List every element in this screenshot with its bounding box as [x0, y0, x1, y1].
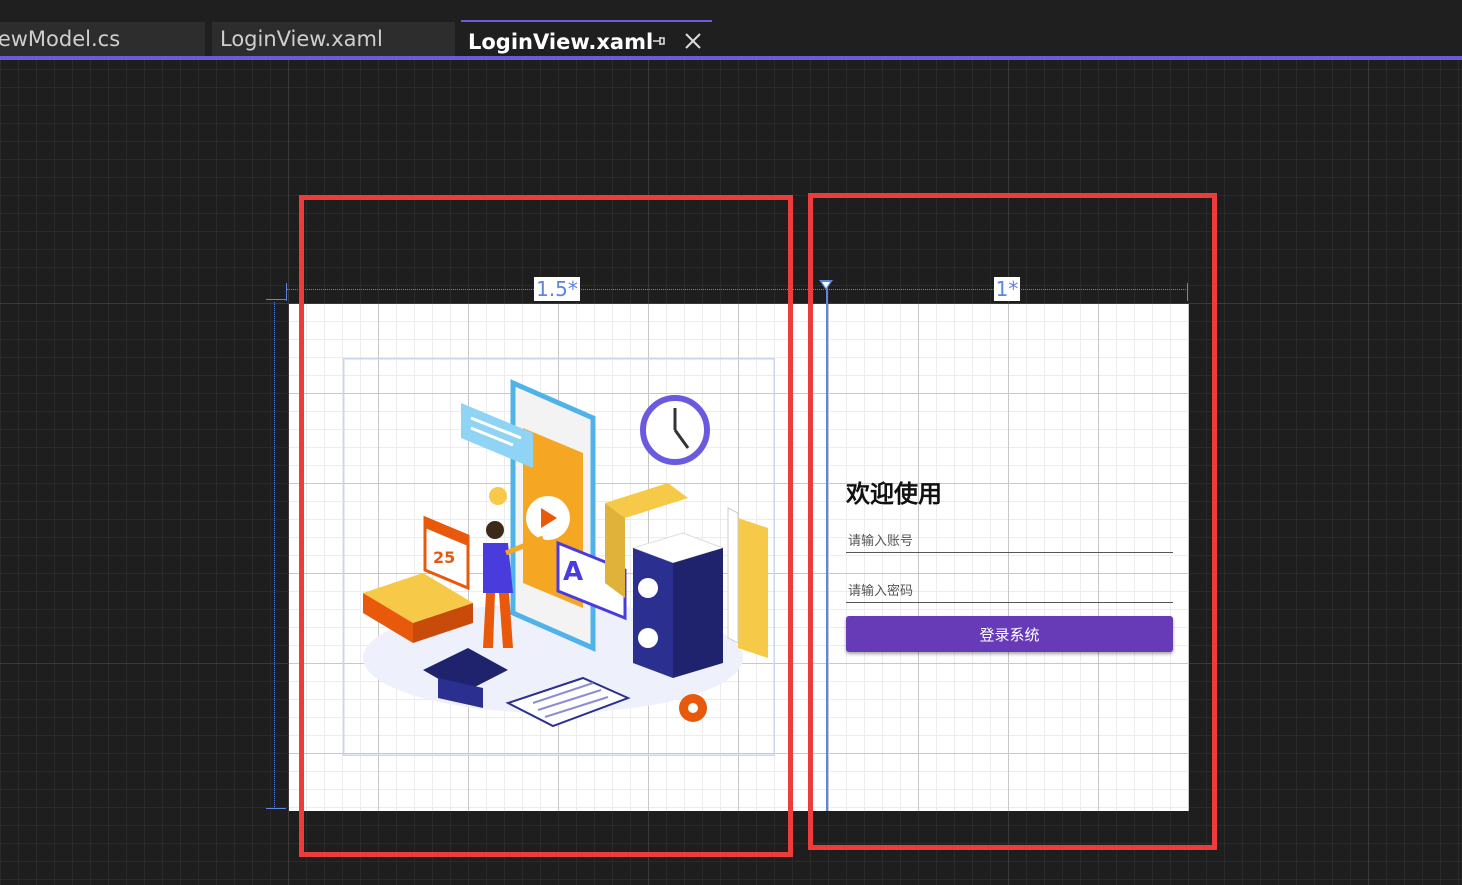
highlight-box-right — [808, 193, 1217, 850]
tab-loginview-xaml-active[interactable]: LoginView.xaml — [461, 20, 712, 58]
pin-icon[interactable] — [651, 33, 667, 49]
tab-label: LoginView.xaml — [220, 27, 383, 51]
document-tab-bar: iewModel.cs LoginView.xaml LoginView.xam… — [0, 0, 1462, 58]
tab-loginview-xaml[interactable]: LoginView.xaml — [212, 22, 455, 56]
tab-label: iewModel.cs — [0, 27, 121, 51]
highlight-box-left — [299, 195, 793, 857]
ruler-tick — [266, 808, 286, 809]
tab-viewmodel-cs[interactable]: iewModel.cs — [0, 22, 205, 56]
ruler-tick — [286, 283, 287, 301]
tab-label: LoginView.xaml — [468, 30, 654, 54]
close-icon[interactable] — [683, 31, 703, 51]
ruler-tick — [266, 299, 286, 300]
row-ruler — [274, 302, 275, 809]
